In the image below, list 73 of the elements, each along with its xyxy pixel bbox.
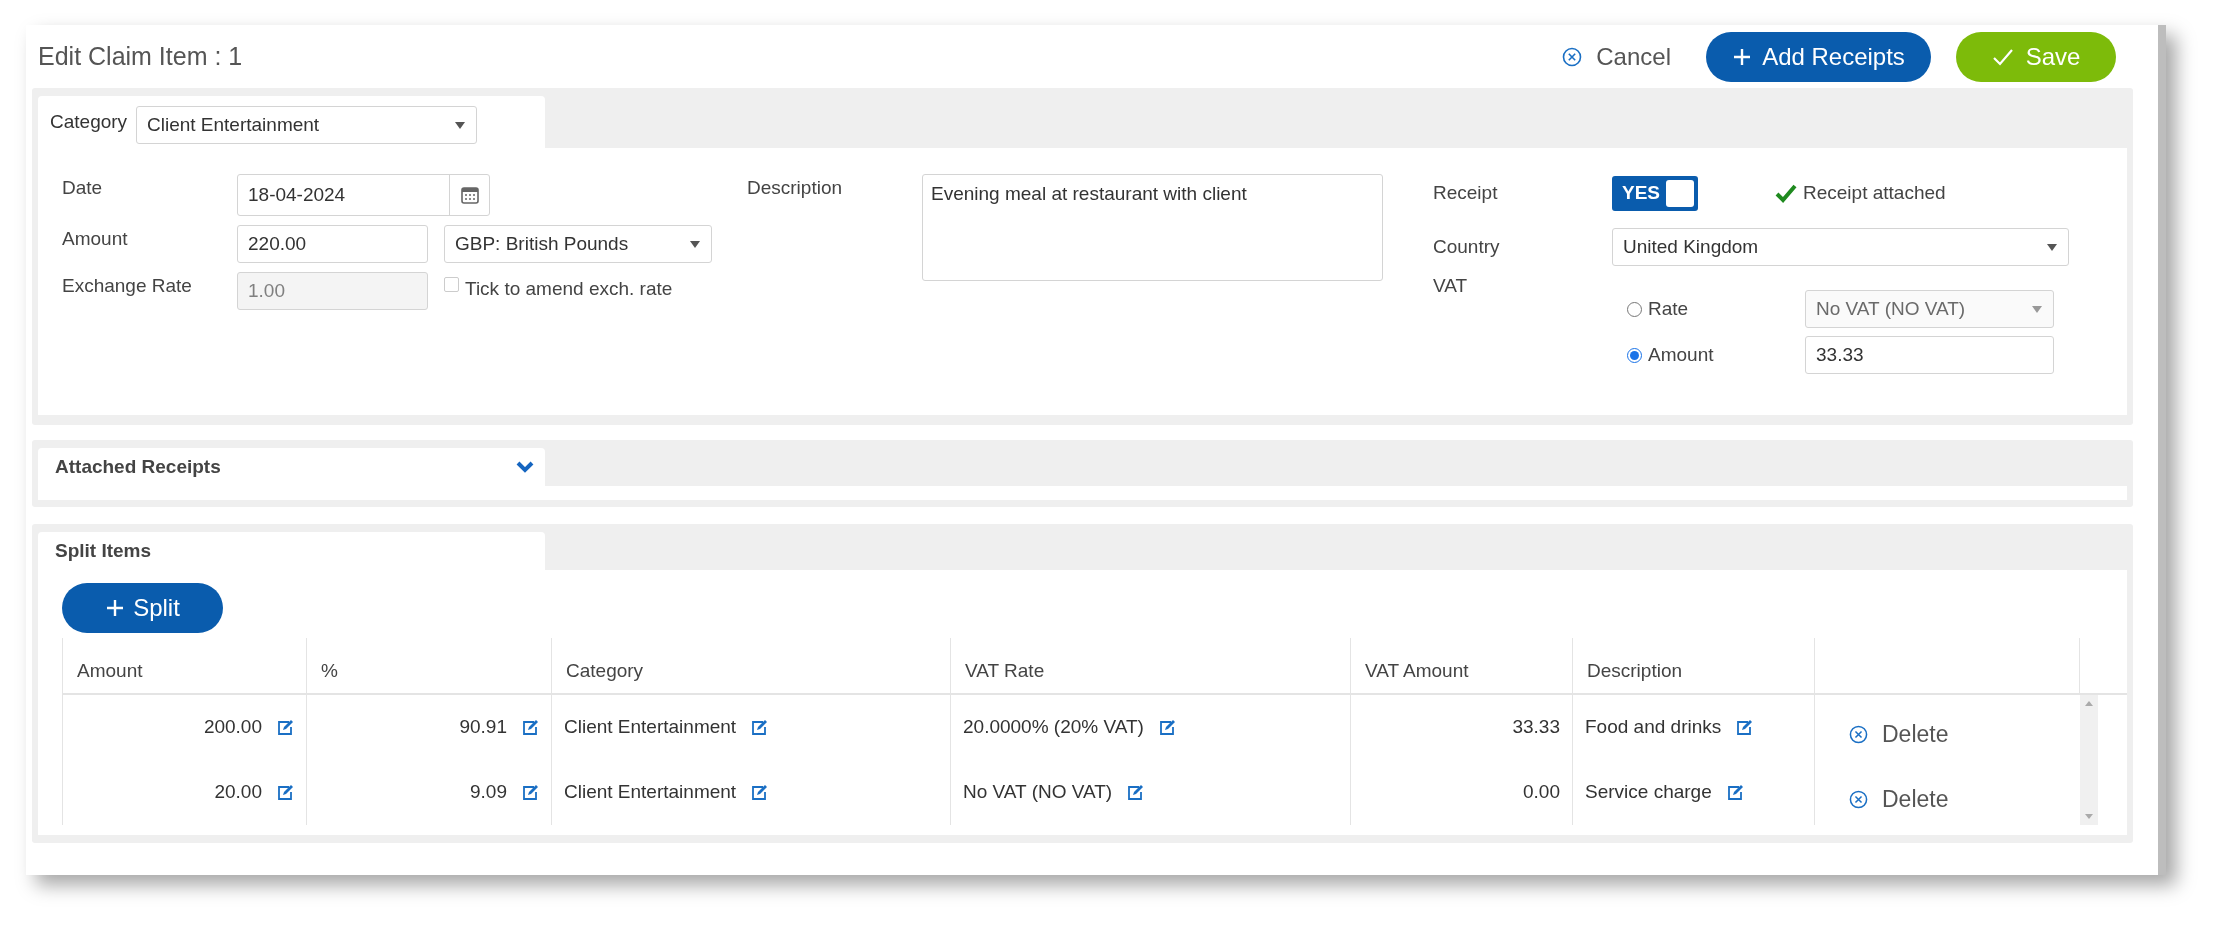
currency-select[interactable]: GBP: British Pounds <box>444 225 712 263</box>
caret-icon <box>2031 304 2043 314</box>
delete-button[interactable]: Delete <box>1849 717 1949 752</box>
close-circle-icon <box>1562 46 1583 67</box>
check-icon <box>1775 183 1797 203</box>
column-header: Category <box>566 658 644 683</box>
edit-icon <box>750 719 769 736</box>
scroll-down-icon <box>2084 813 2094 821</box>
input-field[interactable]: 33.33 <box>1805 336 2054 374</box>
table-cell-text: 33.33 <box>1512 715 1560 740</box>
table-cell-text: 20.0000% (20% VAT) <box>963 715 1144 740</box>
close-circle-icon <box>1849 725 1868 744</box>
chevron-down-icon <box>515 460 535 474</box>
table-cell-text: 20.00 <box>214 780 262 805</box>
table-cell-text: Client Entertainment <box>564 780 737 805</box>
table-cell-text: Client Entertainment <box>564 715 737 740</box>
column-header: % <box>321 658 338 683</box>
vat-rate-select[interactable]: No VAT (NO VAT) <box>1805 290 2054 328</box>
cancel-button[interactable]: Cancel <box>1552 31 1681 82</box>
attached-receipts-header[interactable]: Attached Receipts <box>38 448 545 486</box>
plus-icon <box>105 598 126 618</box>
column-header: VAT Amount <box>1365 658 1469 683</box>
dialog-title: Edit Claim Item : 1 <box>38 40 243 72</box>
radio-label: Amount <box>1648 342 1714 367</box>
column-header: Amount <box>77 658 143 683</box>
table-cell-text: 9.09 <box>470 780 507 805</box>
calendar-icon <box>459 185 480 205</box>
split-button[interactable]: Split <box>62 583 223 633</box>
edit-icon <box>1126 784 1145 801</box>
field-label: Category <box>50 110 129 134</box>
field-label: VAT <box>1433 274 1469 298</box>
field-label: Amount <box>62 227 129 251</box>
caret-icon <box>454 120 466 130</box>
input-field[interactable]: 220.00 <box>237 225 428 263</box>
section-title: Attached Receipts <box>55 454 221 479</box>
edit-icon <box>521 719 539 736</box>
edit-icon <box>276 719 294 736</box>
edit-icon <box>1725 784 1744 801</box>
field-label: Country <box>1433 234 1501 259</box>
table-cell-text: Service charge <box>1585 780 1712 805</box>
description-textarea[interactable]: Evening meal at restaurant with client <box>922 174 1383 281</box>
country-select[interactable]: United Kingdom <box>1612 228 2069 266</box>
field-label: Exchange Rate <box>62 274 193 298</box>
category-select[interactable]: Client Entertainment <box>136 106 477 144</box>
caret-icon <box>689 239 701 249</box>
table-cell-text: No VAT (NO VAT) <box>963 780 1113 805</box>
column-header: VAT Rate <box>965 658 1045 683</box>
radio-label: Rate <box>1648 296 1689 321</box>
add-receipts-button[interactable]: Add Receipts <box>1706 31 1931 82</box>
edit-icon <box>750 784 769 801</box>
status-text: Receipt attached <box>1803 180 1946 205</box>
edit-icon <box>521 784 539 801</box>
scrollbar[interactable] <box>2080 695 2098 825</box>
table-cell-text: 90.91 <box>459 715 507 740</box>
delete-button[interactable]: Delete <box>1849 782 1949 817</box>
plus-icon <box>1732 46 1753 67</box>
field-label: Receipt <box>1433 180 1499 205</box>
edit-icon <box>1735 719 1754 736</box>
date-field[interactable]: 18-04-2024 <box>237 174 490 216</box>
field-label: Description <box>747 176 844 200</box>
table-cell-text: 200.00 <box>203 715 262 740</box>
field-label: Date <box>62 176 104 200</box>
table-cell-text: 0.00 <box>1523 780 1560 805</box>
table-cell-text: Food and drinks <box>1585 715 1722 740</box>
receipt-toggle[interactable]: YES <box>1612 175 1698 211</box>
edit-icon <box>1157 719 1176 736</box>
close-circle-icon <box>1849 790 1868 809</box>
column-header: Description <box>1587 658 1683 683</box>
section-title: Split Items <box>55 538 152 563</box>
caret-icon <box>2046 242 2058 252</box>
scroll-up-icon <box>2084 699 2094 707</box>
checkbox-label: Tick to amend exch. rate <box>465 277 673 301</box>
edit-icon <box>276 784 294 801</box>
